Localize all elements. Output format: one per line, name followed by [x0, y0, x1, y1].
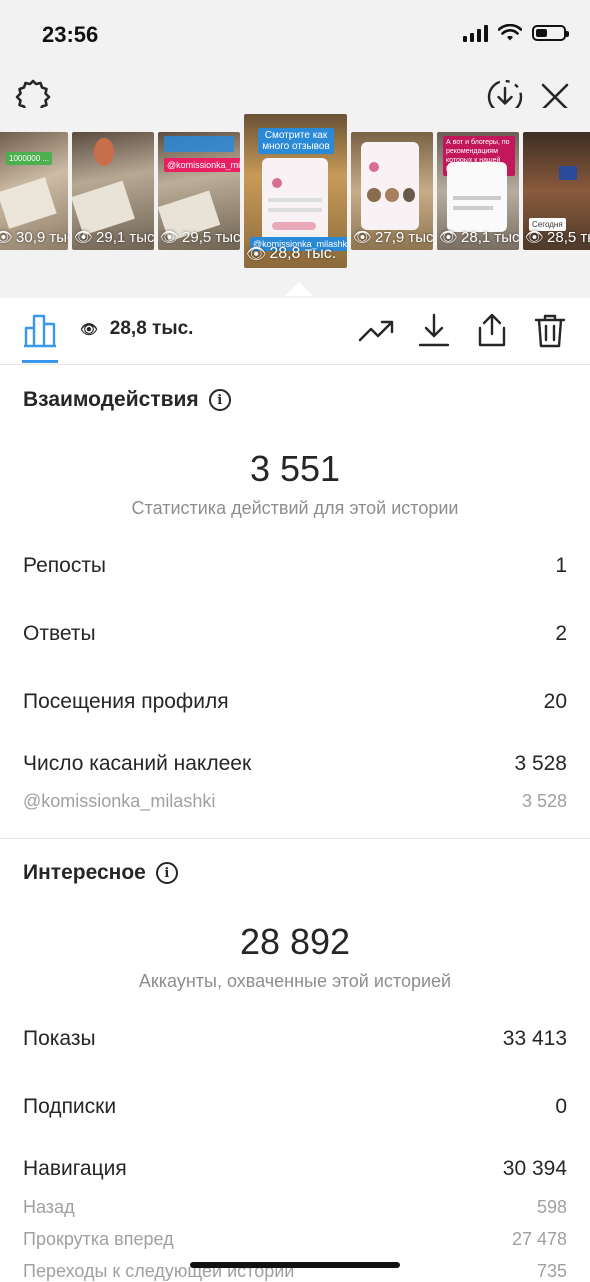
eye-icon: 👁 — [80, 320, 98, 337]
eye-icon: 👁 — [246, 246, 267, 263]
status-time: 23:56 — [42, 22, 99, 47]
stat-row-impressions: Показы 33 413 — [23, 1027, 567, 1050]
stat-row-navigation: Навигация 30 394 — [23, 1157, 567, 1180]
selected-story-pointer — [285, 282, 313, 296]
story-views: 👁 27,9 тыс. — [353, 228, 433, 247]
eye-icon: 👁 — [0, 229, 14, 246]
status-icons — [463, 24, 569, 42]
story-thumbnail[interactable]: 👁 27,9 тыс. — [351, 132, 433, 250]
bar-chart-icon — [24, 314, 56, 348]
signal-icon — [463, 24, 488, 42]
eye-icon: 👁 — [160, 229, 180, 246]
trash-icon[interactable] — [532, 312, 568, 348]
story-views: 👁28,5 тыс. — [525, 228, 590, 247]
nav-subrow-back: Назад 598 — [23, 1197, 567, 1217]
story-views: 👁30,9 тыс. — [0, 228, 68, 247]
stat-subrow-mention: @komissionka_milashki 3 528 — [23, 791, 567, 811]
story-actions — [358, 312, 568, 348]
insights-tab[interactable] — [22, 312, 58, 363]
promote-trend-icon[interactable] — [358, 312, 394, 348]
insights-toolbar: 👁 28,8 тыс. — [0, 298, 590, 365]
active-tab-indicator — [22, 360, 58, 363]
download-icon[interactable] — [416, 312, 452, 348]
discovery-title: Интересное i — [23, 861, 178, 885]
interactions-subtitle: Статистика действий для этой истории — [131, 498, 459, 518]
eye-icon: 👁 — [74, 229, 94, 246]
story-views: 👁 29,1 тыс. — [74, 228, 154, 247]
stat-row-follows: Подписки 0 — [23, 1095, 567, 1118]
wifi-icon — [498, 24, 522, 41]
story-thumbnail[interactable]: Сегодня 👁28,5 тыс. — [523, 132, 590, 250]
story-thumbnail[interactable]: 1000000 ... 👁30,9 тыс. — [0, 132, 68, 250]
discovery-subtitle: Аккаунты, охваченные этой историей — [138, 971, 452, 991]
interactions-total: 3 551 — [249, 448, 341, 489]
story-views: 👁 28,8 тыс. — [246, 245, 337, 263]
info-icon[interactable]: i — [208, 389, 231, 411]
discovery-total: 28 892 — [239, 921, 351, 962]
info-icon[interactable]: i — [155, 862, 178, 884]
stat-row-sticker-taps: Число касаний наклеек 3 528 — [23, 752, 567, 775]
interactions-title: Взаимодействия i — [23, 388, 231, 412]
stat-row-replies: Ответы 2 — [23, 622, 567, 645]
share-icon[interactable] — [474, 312, 510, 348]
story-views: 👁 29,5 тыс. — [160, 228, 240, 247]
stat-row-profile-visits: Посещения профиля 20 — [23, 690, 567, 713]
eye-icon: 👁 — [353, 229, 373, 246]
story-caption: Смотрите как много отзывов — [258, 128, 334, 154]
status-bar: 23:56 — [0, 0, 590, 70]
story-thumbnail-active[interactable]: Смотрите как много отзывов @komissionka_… — [244, 114, 347, 268]
story-reach: 👁 28,8 тыс. — [80, 318, 194, 339]
section-divider — [0, 838, 590, 839]
eye-icon: 👁 — [439, 229, 459, 246]
story-views: 👁 28,1 тыс. — [439, 228, 519, 247]
story-thumbnail[interactable]: @komissionka_milashki 👁29,5 тыс. — [158, 132, 240, 250]
story-thumbnail[interactable]: 👁 29,1 тыс. — [72, 132, 154, 250]
battery-icon — [532, 25, 569, 41]
story-thumbnail[interactable]: А вот и блогеры, по рекомендациям которы… — [437, 132, 519, 250]
home-indicator[interactable] — [190, 1262, 400, 1268]
nav-subrow-forward: Прокрутка вперед 27 478 — [23, 1229, 567, 1249]
stat-row-shares: Репосты 1 — [23, 554, 567, 577]
story-thumbnails: 1000000 ... 👁30,9 тыс. 👁29,1 тыс. @komis… — [0, 108, 590, 298]
eye-icon: 👁 — [525, 229, 545, 246]
